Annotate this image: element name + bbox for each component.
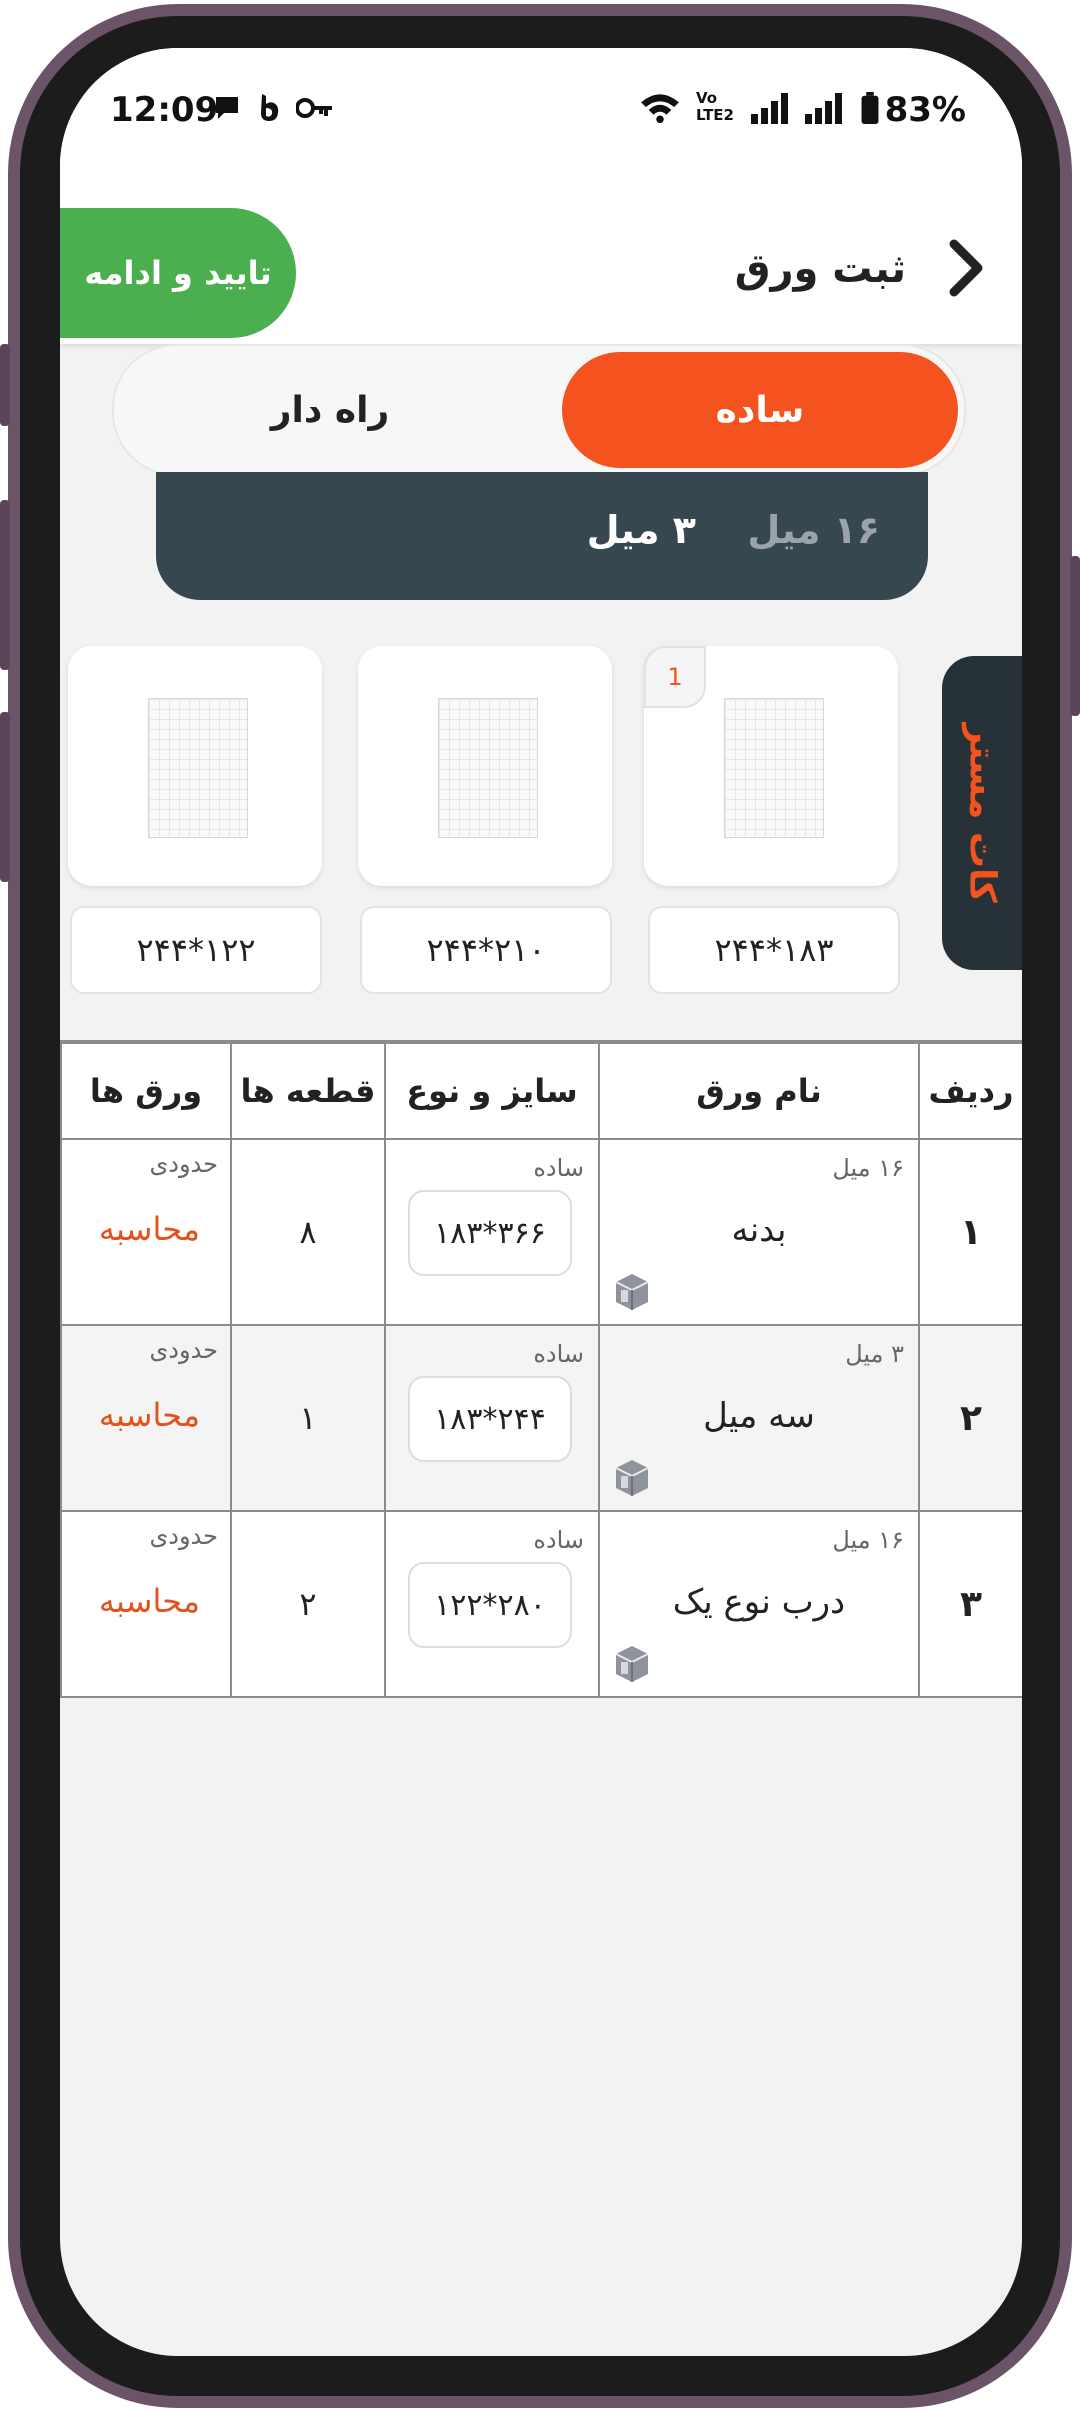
header-pieces: قطعه ها	[230, 1042, 386, 1140]
sheet-card[interactable]	[358, 646, 612, 886]
sheet-type-toggle: راه دار ساده	[112, 344, 966, 476]
sheets-cell: حدودی محاسبه	[60, 1324, 232, 1512]
header-size-type: سایز و نوع	[384, 1042, 600, 1140]
thickness-option-16[interactable]: ۱۶ میل	[747, 508, 880, 552]
header-row-number: ردیف	[918, 1042, 1022, 1140]
battery-percent: 83%	[884, 90, 966, 130]
row-sheet-name: بدنه	[731, 1210, 787, 1250]
row-thickness: ۳ میل	[845, 1340, 904, 1368]
sheets-cell: حدودی محاسبه	[60, 1138, 232, 1326]
toggle-grooved[interactable]: راه دار	[120, 352, 540, 468]
sheet-grid-icon	[724, 698, 824, 838]
cabinet-icon	[615, 1646, 649, 1682]
row-size: ۲۸۰*۱۲۲	[408, 1562, 572, 1648]
table-row[interactable]: ۳ ۱۶ میل درب نوع یک ساده ۲۸۰*۱۲۲ ۲ حدودی…	[60, 1510, 1022, 1698]
size-type-cell: ساده ۳۶۶*۱۸۳	[384, 1138, 600, 1326]
row-thickness: ۱۶ میل	[832, 1154, 904, 1182]
table-row[interactable]: ۲ ۳ میل سه میل ساده ۲۴۴*۱۸۳ ۱ حدودی محاس…	[60, 1324, 1022, 1512]
thickness-selector: ۱۶ میل ۳ میل	[156, 472, 928, 600]
cut-master-label: کات مستر	[961, 723, 1003, 903]
network-type: Vo LTE2	[696, 89, 734, 124]
calculate-link[interactable]: محاسبه	[99, 1210, 200, 1248]
calculate-link[interactable]: محاسبه	[99, 1396, 200, 1434]
row-number: ۲	[918, 1324, 1022, 1512]
cabinet-icon	[615, 1460, 649, 1496]
row-approx: حدودی	[149, 1336, 219, 1364]
size-type-cell: ساده ۲۸۰*۱۲۲	[384, 1510, 600, 1698]
row-pieces: ۲	[230, 1510, 386, 1698]
row-number: ۱	[918, 1138, 1022, 1326]
row-type: ساده	[533, 1154, 584, 1182]
volume-button	[0, 344, 10, 426]
app-header: تایید و ادامه ثبت ورق	[60, 168, 1022, 344]
sheet-card[interactable]	[68, 646, 322, 886]
chevron-right-icon[interactable]	[944, 238, 990, 298]
key-icon	[296, 98, 332, 118]
size-type-cell: ساده ۲۴۴*۱۸۳	[384, 1324, 600, 1512]
row-sheet-name: سه میل	[703, 1396, 815, 1436]
sheets-table: ردیف نام ورق سایز و نوع قطعه ها ورق ها ۱…	[60, 1040, 1022, 1698]
battery-icon	[861, 92, 879, 124]
sheet-count-badge: 1	[644, 646, 706, 708]
volume-button	[0, 712, 10, 882]
sheet-card[interactable]: 1	[644, 646, 898, 886]
row-size: ۳۶۶*۱۸۳	[408, 1190, 572, 1276]
sheet-size-label: ۲۴۴*۲۱۰	[360, 906, 612, 994]
sheet-name-cell[interactable]: ۱۶ میل درب نوع یک	[598, 1510, 920, 1698]
header-sheet-name: نام ورق	[598, 1042, 920, 1140]
sheets-cell: حدودی محاسبه	[60, 1510, 232, 1698]
table-row[interactable]: ۱ ۱۶ میل بدنه ساده ۳۶۶*۱۸۳ ۸ حدودی محاسب…	[60, 1138, 1022, 1326]
sheet-name-cell[interactable]: ۳ میل سه میل	[598, 1324, 920, 1512]
volume-button	[0, 500, 10, 670]
row-approx: حدودی	[149, 1150, 219, 1178]
confirm-continue-button[interactable]: تایید و ادامه	[60, 208, 296, 338]
row-sheet-name: درب نوع یک	[672, 1582, 846, 1622]
thickness-option-3[interactable]: ۳ میل	[587, 508, 696, 552]
calculate-link[interactable]: محاسبه	[99, 1582, 200, 1620]
screen: 12:09 Vo LTE2 83% تایید و ادامه ثبت ورق …	[60, 48, 1022, 2356]
signal-icon	[805, 93, 842, 124]
cabinet-icon	[615, 1274, 649, 1310]
b-app-icon	[261, 94, 279, 121]
row-type: ساده	[533, 1526, 584, 1554]
toggle-plain[interactable]: ساده	[562, 352, 958, 468]
header-sheets: ورق ها	[60, 1042, 232, 1140]
row-thickness: ۱۶ میل	[832, 1526, 904, 1554]
row-number: ۳	[918, 1510, 1022, 1698]
power-button	[1070, 556, 1080, 716]
sheet-size-label: ۲۴۴*۱۸۳	[648, 906, 900, 994]
row-size: ۲۴۴*۱۸۳	[408, 1376, 572, 1462]
wifi-icon	[641, 94, 679, 124]
sheet-name-cell[interactable]: ۱۶ میل بدنه	[598, 1138, 920, 1326]
message-icon	[216, 97, 238, 119]
row-pieces: ۱	[230, 1324, 386, 1512]
row-type: ساده	[533, 1340, 584, 1368]
row-pieces: ۸	[230, 1138, 386, 1326]
table-header-row: ردیف نام ورق سایز و نوع قطعه ها ورق ها	[60, 1042, 1022, 1140]
sheet-size-label: ۲۴۴*۱۲۲	[70, 906, 322, 994]
sheet-grid-icon	[438, 698, 538, 838]
status-time: 12:09	[110, 90, 219, 130]
cut-master-tab[interactable]: کات مستر	[942, 656, 1022, 970]
row-approx: حدودی	[149, 1522, 219, 1550]
status-bar: 12:09 Vo LTE2 83%	[60, 48, 1022, 168]
page-title: ثبت ورق	[734, 246, 906, 292]
signal-icon	[751, 93, 788, 124]
sheet-grid-icon	[148, 698, 248, 838]
